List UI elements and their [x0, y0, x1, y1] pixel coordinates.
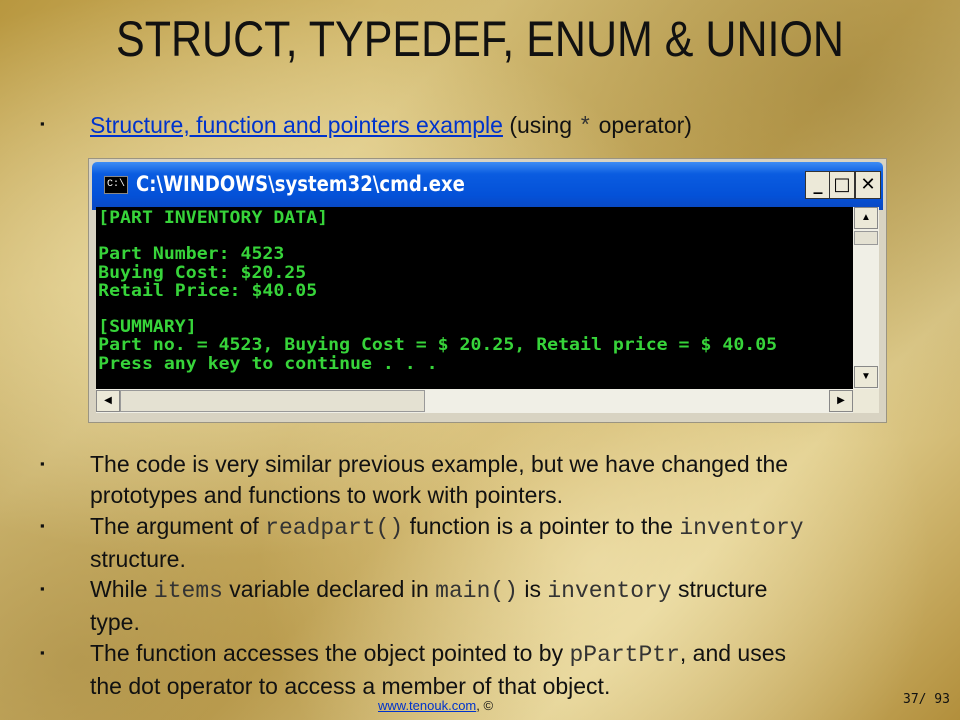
footer: www.tenouk.com, © — [378, 698, 493, 713]
bullet-link-line: Structure, function and pointers example… — [90, 110, 692, 143]
bullet-marker: ▪ — [40, 456, 45, 471]
text-span: structure — [671, 576, 768, 602]
bullet-text: The function accesses the object pointed… — [90, 638, 786, 702]
text-span: (using — [502, 112, 579, 138]
text-line: The function accesses the object pointed… — [90, 638, 786, 671]
text-line: prototypes and functions to work with po… — [90, 482, 564, 508]
cmd-icon: C:\ — [104, 176, 128, 194]
text-span: is — [517, 576, 548, 602]
text-line: The code is very similar previous exampl… — [90, 451, 789, 477]
code-span: main() — [435, 578, 518, 604]
text-span: The function accesses the object pointed… — [90, 640, 570, 666]
horizontal-scrollbar[interactable]: ◀ ▶ — [96, 389, 853, 413]
text-span: The argument of — [90, 513, 266, 539]
bullet-text: The argument of readpart() function is a… — [90, 511, 804, 575]
code-span: * — [578, 114, 593, 140]
console-output[interactable]: [PART INVENTORY DATA] Part Number: 4523 … — [96, 207, 853, 389]
text-span: , and uses — [679, 640, 787, 666]
footer-suffix: , © — [476, 698, 494, 713]
code-span: inventory — [547, 578, 672, 604]
resize-grip-icon[interactable] — [853, 389, 879, 413]
window-titlebar[interactable]: C:\ C:\WINDOWS\system32\cmd.exe _ □ ✕ — [92, 162, 883, 210]
maximize-button[interactable]: □ — [829, 171, 855, 199]
scroll-right-icon[interactable]: ▶ — [829, 390, 853, 412]
minimize-button[interactable]: _ — [805, 171, 831, 199]
text-line: The argument of readpart() function is a… — [90, 511, 804, 544]
code-span: inventory — [679, 515, 804, 541]
text-line: structure. — [90, 546, 186, 572]
close-button[interactable]: ✕ — [855, 171, 881, 199]
bullet-text: While items variable declared in main() … — [90, 574, 767, 638]
code-span: items — [153, 578, 223, 604]
scroll-up-icon[interactable]: ▲ — [854, 207, 878, 229]
cmd-window: C:\ C:\WINDOWS\system32\cmd.exe _ □ ✕ [P… — [88, 158, 887, 423]
bullet-marker: ▪ — [40, 518, 45, 533]
horizontal-scroll-thumb[interactable] — [120, 390, 425, 412]
window-title: C:\WINDOWS\system32\cmd.exe — [136, 172, 465, 196]
code-span: pPartPtr — [569, 642, 680, 668]
vertical-scrollbar[interactable]: ▲ ▼ — [853, 207, 879, 389]
vertical-scroll-thumb[interactable] — [854, 231, 878, 245]
scroll-left-icon[interactable]: ◀ — [96, 390, 120, 412]
example-link[interactable]: Structure, function and pointers example — [90, 112, 503, 138]
footer-link[interactable]: www.tenouk.com — [378, 698, 476, 713]
bullet-marker: ▪ — [40, 581, 45, 596]
scroll-down-icon[interactable]: ▼ — [854, 366, 878, 388]
page-number: 37/ 93 — [903, 692, 950, 707]
bullet-text: The code is very similar previous exampl… — [90, 449, 788, 511]
text-span: function is a pointer to the — [403, 513, 680, 539]
bullet-marker: ▪ — [40, 116, 45, 131]
text-span: operator) — [592, 112, 692, 138]
text-span: While — [90, 576, 154, 602]
bullet-marker: ▪ — [40, 645, 45, 660]
text-line: type. — [90, 609, 140, 635]
console-text: [PART INVENTORY DATA] Part Number: 4523 … — [98, 208, 778, 374]
text-span: variable declared in — [222, 576, 436, 602]
text-line: While items variable declared in main() … — [90, 574, 767, 607]
slide-title: STRUCT, TYPEDEF, ENUM & UNION — [116, 11, 844, 67]
code-span: readpart() — [265, 515, 404, 541]
